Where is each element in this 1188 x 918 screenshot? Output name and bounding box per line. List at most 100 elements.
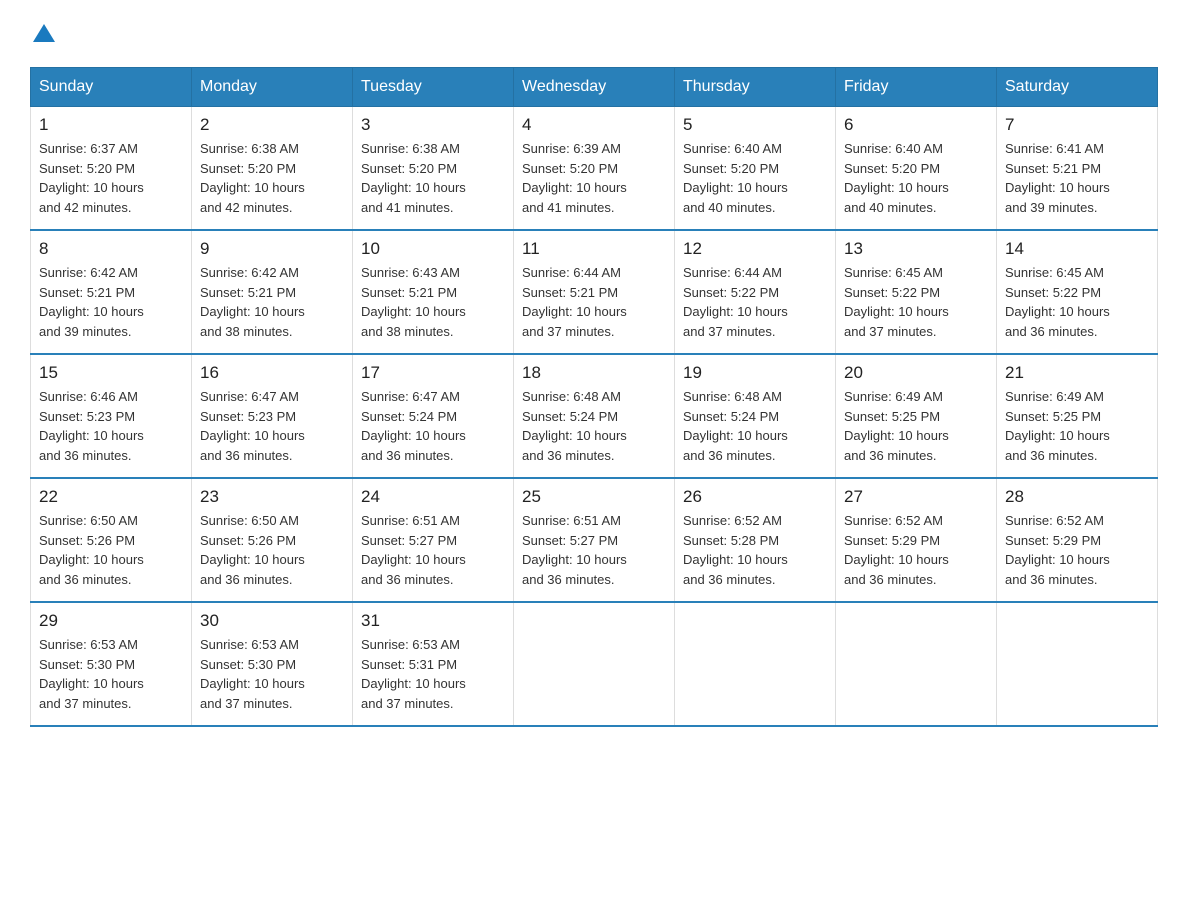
calendar-table: SundayMondayTuesdayWednesdayThursdayFrid…: [30, 67, 1158, 727]
day-number: 18: [522, 363, 666, 383]
day-info: Sunrise: 6:41 AM Sunset: 5:21 PM Dayligh…: [1005, 139, 1149, 217]
calendar-cell: 13 Sunrise: 6:45 AM Sunset: 5:22 PM Dayl…: [836, 230, 997, 354]
calendar-cell: 19 Sunrise: 6:48 AM Sunset: 5:24 PM Dayl…: [675, 354, 836, 478]
day-number: 21: [1005, 363, 1149, 383]
day-number: 23: [200, 487, 344, 507]
day-number: 20: [844, 363, 988, 383]
day-number: 12: [683, 239, 827, 259]
calendar-cell: 27 Sunrise: 6:52 AM Sunset: 5:29 PM Dayl…: [836, 478, 997, 602]
calendar-cell: 12 Sunrise: 6:44 AM Sunset: 5:22 PM Dayl…: [675, 230, 836, 354]
day-info: Sunrise: 6:52 AM Sunset: 5:28 PM Dayligh…: [683, 511, 827, 589]
col-header-tuesday: Tuesday: [353, 68, 514, 107]
calendar-cell: 8 Sunrise: 6:42 AM Sunset: 5:21 PM Dayli…: [31, 230, 192, 354]
col-header-thursday: Thursday: [675, 68, 836, 107]
day-number: 15: [39, 363, 183, 383]
calendar-cell: 22 Sunrise: 6:50 AM Sunset: 5:26 PM Dayl…: [31, 478, 192, 602]
calendar-cell: 15 Sunrise: 6:46 AM Sunset: 5:23 PM Dayl…: [31, 354, 192, 478]
day-info: Sunrise: 6:42 AM Sunset: 5:21 PM Dayligh…: [39, 263, 183, 341]
day-number: 4: [522, 115, 666, 135]
logo: [30, 20, 55, 47]
day-number: 31: [361, 611, 505, 631]
logo-line1: [30, 20, 55, 47]
day-number: 28: [1005, 487, 1149, 507]
day-info: Sunrise: 6:43 AM Sunset: 5:21 PM Dayligh…: [361, 263, 505, 341]
day-number: 25: [522, 487, 666, 507]
calendar-cell: 20 Sunrise: 6:49 AM Sunset: 5:25 PM Dayl…: [836, 354, 997, 478]
day-number: 9: [200, 239, 344, 259]
day-number: 5: [683, 115, 827, 135]
col-header-sunday: Sunday: [31, 68, 192, 107]
col-header-wednesday: Wednesday: [514, 68, 675, 107]
calendar-cell: 31 Sunrise: 6:53 AM Sunset: 5:31 PM Dayl…: [353, 602, 514, 726]
day-number: 7: [1005, 115, 1149, 135]
day-number: 30: [200, 611, 344, 631]
calendar-cell: [675, 602, 836, 726]
day-info: Sunrise: 6:52 AM Sunset: 5:29 PM Dayligh…: [844, 511, 988, 589]
day-number: 6: [844, 115, 988, 135]
day-info: Sunrise: 6:47 AM Sunset: 5:23 PM Dayligh…: [200, 387, 344, 465]
day-info: Sunrise: 6:40 AM Sunset: 5:20 PM Dayligh…: [683, 139, 827, 217]
day-info: Sunrise: 6:39 AM Sunset: 5:20 PM Dayligh…: [522, 139, 666, 217]
calendar-cell: 26 Sunrise: 6:52 AM Sunset: 5:28 PM Dayl…: [675, 478, 836, 602]
calendar-cell: 9 Sunrise: 6:42 AM Sunset: 5:21 PM Dayli…: [192, 230, 353, 354]
col-header-friday: Friday: [836, 68, 997, 107]
day-info: Sunrise: 6:37 AM Sunset: 5:20 PM Dayligh…: [39, 139, 183, 217]
day-info: Sunrise: 6:50 AM Sunset: 5:26 PM Dayligh…: [39, 511, 183, 589]
day-number: 1: [39, 115, 183, 135]
day-number: 11: [522, 239, 666, 259]
day-info: Sunrise: 6:51 AM Sunset: 5:27 PM Dayligh…: [361, 511, 505, 589]
day-info: Sunrise: 6:49 AM Sunset: 5:25 PM Dayligh…: [1005, 387, 1149, 465]
day-info: Sunrise: 6:45 AM Sunset: 5:22 PM Dayligh…: [1005, 263, 1149, 341]
day-number: 22: [39, 487, 183, 507]
calendar-cell: [997, 602, 1158, 726]
calendar-cell: 10 Sunrise: 6:43 AM Sunset: 5:21 PM Dayl…: [353, 230, 514, 354]
day-number: 26: [683, 487, 827, 507]
day-number: 2: [200, 115, 344, 135]
day-info: Sunrise: 6:44 AM Sunset: 5:22 PM Dayligh…: [683, 263, 827, 341]
calendar-header-row: SundayMondayTuesdayWednesdayThursdayFrid…: [31, 68, 1158, 107]
calendar-cell: 6 Sunrise: 6:40 AM Sunset: 5:20 PM Dayli…: [836, 107, 997, 231]
calendar-cell: 7 Sunrise: 6:41 AM Sunset: 5:21 PM Dayli…: [997, 107, 1158, 231]
day-info: Sunrise: 6:52 AM Sunset: 5:29 PM Dayligh…: [1005, 511, 1149, 589]
calendar-cell: 16 Sunrise: 6:47 AM Sunset: 5:23 PM Dayl…: [192, 354, 353, 478]
calendar-cell: 14 Sunrise: 6:45 AM Sunset: 5:22 PM Dayl…: [997, 230, 1158, 354]
day-info: Sunrise: 6:48 AM Sunset: 5:24 PM Dayligh…: [522, 387, 666, 465]
day-info: Sunrise: 6:46 AM Sunset: 5:23 PM Dayligh…: [39, 387, 183, 465]
col-header-monday: Monday: [192, 68, 353, 107]
day-number: 14: [1005, 239, 1149, 259]
calendar-cell: 23 Sunrise: 6:50 AM Sunset: 5:26 PM Dayl…: [192, 478, 353, 602]
day-info: Sunrise: 6:53 AM Sunset: 5:31 PM Dayligh…: [361, 635, 505, 713]
day-info: Sunrise: 6:44 AM Sunset: 5:21 PM Dayligh…: [522, 263, 666, 341]
day-number: 16: [200, 363, 344, 383]
day-info: Sunrise: 6:48 AM Sunset: 5:24 PM Dayligh…: [683, 387, 827, 465]
calendar-cell: 11 Sunrise: 6:44 AM Sunset: 5:21 PM Dayl…: [514, 230, 675, 354]
day-info: Sunrise: 6:53 AM Sunset: 5:30 PM Dayligh…: [200, 635, 344, 713]
calendar-cell: 1 Sunrise: 6:37 AM Sunset: 5:20 PM Dayli…: [31, 107, 192, 231]
calendar-cell: 18 Sunrise: 6:48 AM Sunset: 5:24 PM Dayl…: [514, 354, 675, 478]
day-info: Sunrise: 6:40 AM Sunset: 5:20 PM Dayligh…: [844, 139, 988, 217]
calendar-cell: 24 Sunrise: 6:51 AM Sunset: 5:27 PM Dayl…: [353, 478, 514, 602]
calendar-cell: 29 Sunrise: 6:53 AM Sunset: 5:30 PM Dayl…: [31, 602, 192, 726]
day-number: 17: [361, 363, 505, 383]
day-info: Sunrise: 6:45 AM Sunset: 5:22 PM Dayligh…: [844, 263, 988, 341]
day-number: 19: [683, 363, 827, 383]
calendar-week-row: 29 Sunrise: 6:53 AM Sunset: 5:30 PM Dayl…: [31, 602, 1158, 726]
day-info: Sunrise: 6:42 AM Sunset: 5:21 PM Dayligh…: [200, 263, 344, 341]
day-number: 13: [844, 239, 988, 259]
calendar-cell: 3 Sunrise: 6:38 AM Sunset: 5:20 PM Dayli…: [353, 107, 514, 231]
calendar-cell: 2 Sunrise: 6:38 AM Sunset: 5:20 PM Dayli…: [192, 107, 353, 231]
day-number: 24: [361, 487, 505, 507]
calendar-cell: 4 Sunrise: 6:39 AM Sunset: 5:20 PM Dayli…: [514, 107, 675, 231]
day-number: 29: [39, 611, 183, 631]
day-info: Sunrise: 6:38 AM Sunset: 5:20 PM Dayligh…: [200, 139, 344, 217]
calendar-week-row: 22 Sunrise: 6:50 AM Sunset: 5:26 PM Dayl…: [31, 478, 1158, 602]
calendar-week-row: 1 Sunrise: 6:37 AM Sunset: 5:20 PM Dayli…: [31, 107, 1158, 231]
calendar-cell: 17 Sunrise: 6:47 AM Sunset: 5:24 PM Dayl…: [353, 354, 514, 478]
page-header: [30, 20, 1158, 47]
day-info: Sunrise: 6:51 AM Sunset: 5:27 PM Dayligh…: [522, 511, 666, 589]
day-number: 27: [844, 487, 988, 507]
calendar-cell: 21 Sunrise: 6:49 AM Sunset: 5:25 PM Dayl…: [997, 354, 1158, 478]
day-number: 3: [361, 115, 505, 135]
day-info: Sunrise: 6:50 AM Sunset: 5:26 PM Dayligh…: [200, 511, 344, 589]
day-info: Sunrise: 6:53 AM Sunset: 5:30 PM Dayligh…: [39, 635, 183, 713]
